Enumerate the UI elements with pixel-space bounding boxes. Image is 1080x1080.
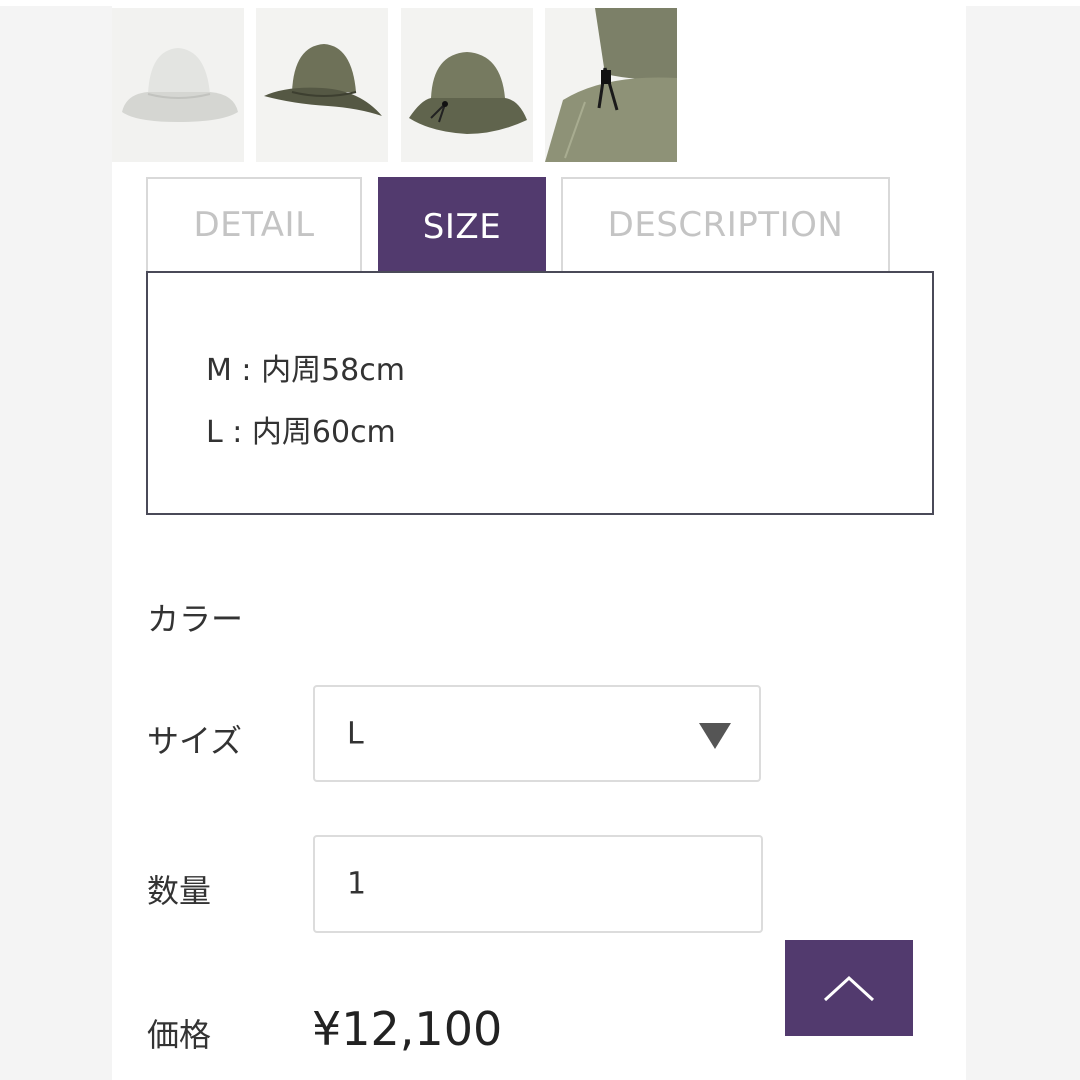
price-label: 価格 [147,1016,212,1054]
quantity-input[interactable]: 1 [313,835,763,933]
tab-detail-label: DETAIL [193,205,315,245]
back-to-top-button[interactable] [785,940,913,1036]
bucket-hat-closeup-image [545,8,677,162]
size-select[interactable]: L [313,685,761,782]
chevron-down-icon [699,723,731,749]
tab-description[interactable]: DESCRIPTION [561,177,890,271]
tab-size-label: SIZE [422,206,502,247]
price-value: ¥12,100 [312,1002,503,1056]
size-select-value: L [347,716,364,751]
quantity-value: 1 [347,866,367,902]
chevron-up-icon [823,975,875,1002]
color-label: カラー [147,600,244,638]
thumbnail-4[interactable] [545,8,677,162]
thumbnail-3[interactable] [401,8,533,162]
tab-description-label: DESCRIPTION [607,205,844,245]
size-l-text: L : 内周60cm [206,415,396,450]
thumbnail-2[interactable] [256,8,388,162]
quantity-label: 数量 [147,872,212,910]
tab-detail[interactable]: DETAIL [146,177,362,271]
size-m-text: M : 内周58cm [206,353,405,388]
tab-size[interactable]: SIZE [378,177,546,274]
thumbnail-1[interactable] [112,8,244,162]
bucket-hat-olive-image [256,8,388,162]
bucket-hat-light-image [112,8,244,162]
size-info-box: M : 内周58cm L : 内周60cm [146,271,934,515]
bucket-hat-cord-image [401,8,533,162]
size-label: サイズ [147,722,243,760]
